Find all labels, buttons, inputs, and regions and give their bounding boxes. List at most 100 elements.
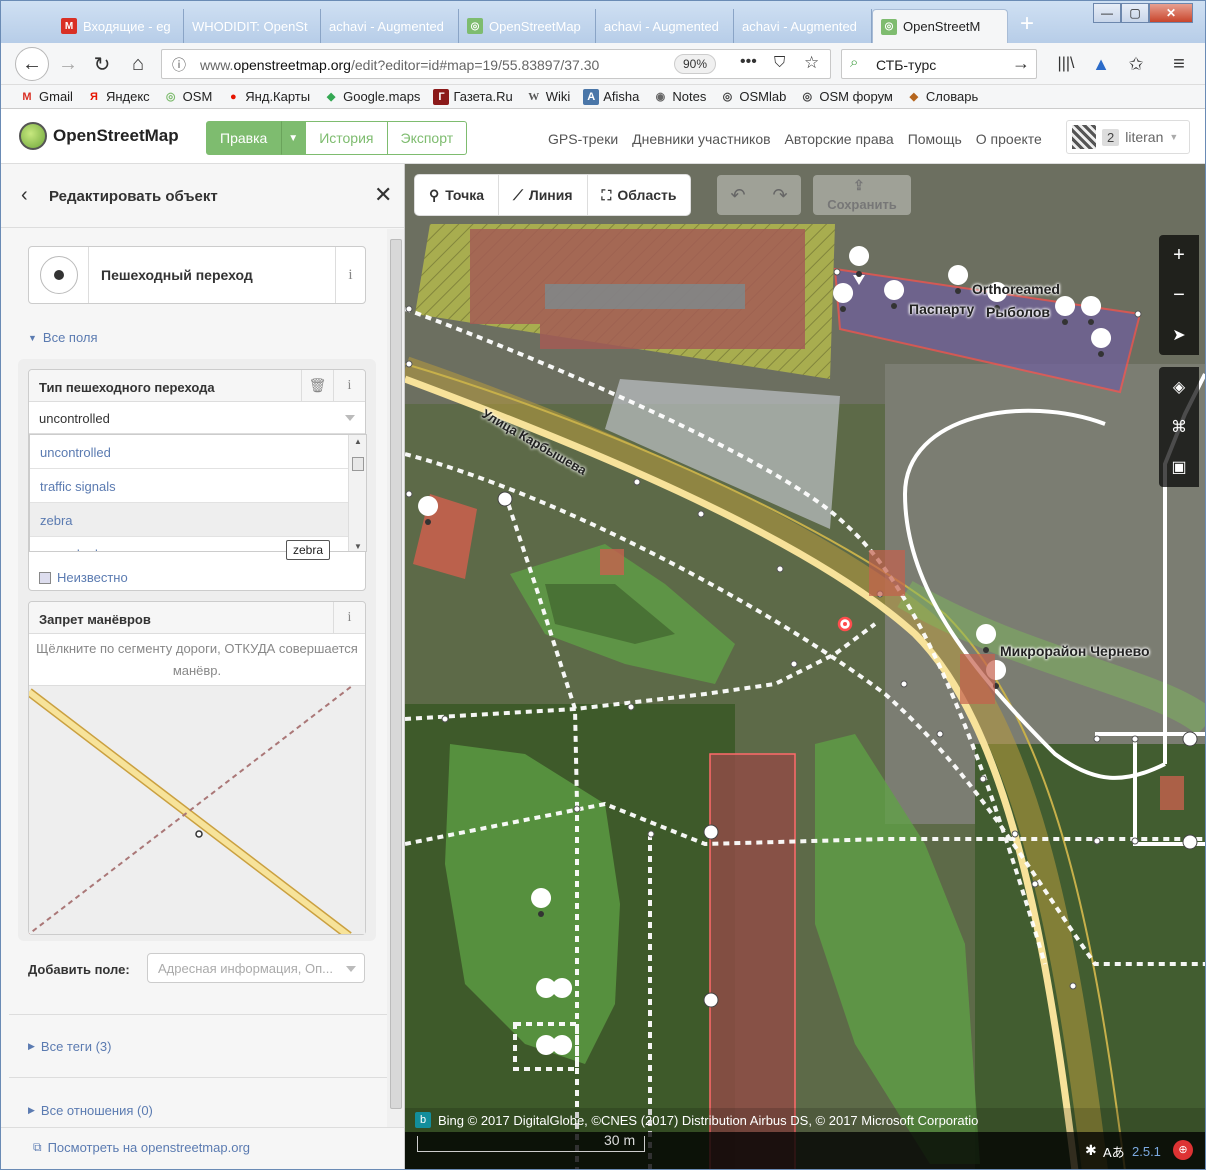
scroll-up-icon[interactable]: ▲	[354, 437, 362, 446]
save-button[interactable]: ⇪ Сохранить	[813, 175, 911, 215]
preset-button[interactable]: Пешеходный переход i	[28, 246, 366, 304]
map-label-pasparti[interactable]: Паспарту	[909, 301, 974, 317]
user-menu[interactable]: 2 literan ▼	[1066, 120, 1190, 154]
link-help[interactable]: Помощь	[908, 131, 962, 147]
restrictions-editor[interactable]	[29, 686, 365, 934]
all-fields-toggle[interactable]: ▼ Все поля	[28, 330, 98, 345]
map-label-orthoreamed[interactable]: Orthoreamed	[972, 281, 1060, 297]
back-button[interactable]: ←	[15, 47, 49, 81]
link-gps-traces[interactable]: GPS-треки	[548, 131, 618, 147]
map-canvas[interactable]	[405, 164, 1206, 1170]
geolocate-icon[interactable]: ➤	[1159, 315, 1199, 355]
bookmark-notes[interactable]: ◉ Notes	[652, 89, 707, 105]
reload-button[interactable]: ↻	[87, 49, 117, 79]
tab-whodidit[interactable]: WHODIDIT: OpenSt	[184, 9, 321, 43]
bookmark-wiki[interactable]: W Wiki	[526, 89, 570, 105]
minimize-button[interactable]: —	[1093, 3, 1121, 23]
zoom-level[interactable]: 90%	[674, 54, 716, 74]
add-line-button[interactable]: ⟋ Линия	[499, 175, 588, 215]
tab-gmail[interactable]: M Входящие - eg	[53, 9, 184, 43]
back-chevron-icon[interactable]: ‹	[21, 184, 28, 207]
tab-osm-active[interactable]: ◎ OpenStreetM	[872, 9, 1008, 43]
bookmark-afisha[interactable]: A Afisha	[583, 88, 639, 105]
map-view[interactable]: Orthoreamed Паспарту Рыболов Улица Карбы…	[405, 164, 1206, 1170]
issues-icon[interactable]: ▣	[1159, 447, 1199, 487]
maximize-button[interactable]: ▢	[1121, 3, 1149, 23]
map-label-rybolov[interactable]: Рыболов	[986, 304, 1050, 320]
view-on-osm-link[interactable]: ⧉ Посмотреть на openstreetmap.org	[33, 1140, 250, 1155]
forward-button[interactable]: →	[53, 49, 83, 79]
translate-icon[interactable]: Aあ	[1103, 1142, 1125, 1161]
trash-icon[interactable]: 🗑	[301, 370, 333, 401]
dropdown-option[interactable]: uncontrolled	[30, 435, 348, 469]
bookmark-osm-forum[interactable]: ◎ OSM форум	[799, 89, 893, 105]
link-about[interactable]: О проекте	[976, 131, 1042, 147]
scroll-thumb[interactable]	[352, 457, 364, 471]
layers-icon[interactable]: ◈	[1159, 367, 1199, 407]
scroll-down-icon[interactable]: ▼	[354, 542, 362, 551]
bookmark-yandex[interactable]: Я Яндекс	[86, 89, 150, 105]
dropdown-option[interactable]: zebra	[30, 503, 348, 537]
info-icon[interactable]: i	[333, 602, 365, 633]
undo-icon[interactable]: ↶	[717, 175, 759, 215]
edit-button[interactable]: Правка	[206, 121, 282, 155]
osm-logo[interactable]: OpenStreetMap	[19, 122, 179, 150]
info-icon[interactable]: i	[335, 247, 365, 303]
dropdown-scrollbar[interactable]: ▲ ▼	[348, 435, 366, 551]
pocket-icon[interactable]: ⛉	[774, 54, 785, 71]
home-button[interactable]: ⌂	[123, 49, 153, 79]
bookmark-osmlab[interactable]: ◎ OSMlab	[719, 89, 787, 105]
url-bar[interactable]: ⓘ www.openstreetmap.org/edit?editor=id#m…	[161, 49, 831, 79]
dropdown-option[interactable]: traffic signals	[30, 469, 348, 503]
extension-icon[interactable]: ▲	[1086, 49, 1116, 79]
extension-star-icon[interactable]: ✩	[1121, 49, 1151, 79]
zoom-out-icon[interactable]: −	[1159, 275, 1199, 315]
map-label-bus-stop[interactable]: Микрорайон Чернево	[1000, 643, 1150, 659]
close-window-button[interactable]: ✕	[1149, 3, 1193, 23]
library-icon[interactable]: |||\	[1051, 49, 1081, 79]
new-tab-button[interactable]: +	[1013, 11, 1041, 39]
search-input[interactable]: СТБ-турс	[876, 57, 936, 73]
version-label[interactable]: 2.5.1	[1132, 1144, 1161, 1159]
all-tags-toggle[interactable]: ▶ Все теги (3)	[28, 1039, 111, 1054]
tab-achavi-2[interactable]: achavi - Augmented	[596, 9, 734, 43]
bookmark-gmail[interactable]: M Gmail	[19, 89, 73, 105]
search-bar[interactable]: ⌕ СТБ-турс →	[841, 49, 1037, 79]
map-data-icon[interactable]: ⌘	[1159, 407, 1199, 447]
bookmark-star-icon[interactable]: ☆	[804, 53, 819, 73]
edit-dropdown-button[interactable]: ▼	[281, 121, 306, 155]
tab-achavi-3[interactable]: achavi - Augmented	[734, 9, 872, 43]
page-actions-icon[interactable]: •••	[740, 53, 757, 71]
link-user-diaries[interactable]: Дневники участников	[632, 131, 770, 147]
scroll-thumb[interactable]	[390, 239, 402, 1109]
header-links: GPS-треки Дневники участников Авторские …	[548, 131, 1042, 147]
scale-bar[interactable]: 30 m	[417, 1132, 645, 1152]
all-relations-toggle[interactable]: ▶ Все отношения (0)	[28, 1103, 153, 1118]
tab-osm-1[interactable]: ◎ OpenStreetMap	[459, 9, 596, 43]
history-button[interactable]: История	[305, 121, 388, 155]
add-point-button[interactable]: ⚲ Точка	[415, 175, 500, 215]
menu-icon[interactable]: ≡	[1164, 49, 1194, 79]
info-icon[interactable]: ⓘ	[172, 55, 186, 75]
bug-icon[interactable]: ✱	[1085, 1142, 1097, 1159]
gift-icon[interactable]: ⊕	[1173, 1140, 1193, 1160]
export-button[interactable]: Экспорт	[387, 121, 468, 155]
close-icon[interactable]: ✕	[374, 182, 392, 208]
add-area-button[interactable]: ⛶ Область	[588, 175, 691, 215]
info-icon[interactable]: i	[333, 370, 365, 401]
link-copyright[interactable]: Авторские права	[785, 131, 894, 147]
search-go-icon[interactable]: →	[1012, 53, 1030, 74]
bookmark-gazeta[interactable]: Г Газета.Ru	[433, 88, 513, 105]
sidebar-scrollbar[interactable]	[387, 229, 404, 1129]
zoom-in-icon[interactable]: +	[1159, 235, 1199, 275]
bookmark-google-maps[interactable]: ◆ Google.maps	[323, 89, 421, 105]
bookmark-yandex-maps[interactable]: ● Янд.Карты	[225, 89, 310, 105]
redo-icon[interactable]: ↷	[759, 175, 801, 215]
external-link-icon: ⧉	[33, 1140, 42, 1154]
bookmark-osm[interactable]: ◎ OSM	[163, 89, 212, 105]
tab-achavi-1[interactable]: achavi - Augmented	[321, 9, 459, 43]
bookmark-dictionary[interactable]: ◆ Словарь	[906, 89, 979, 105]
unknown-checkbox[interactable]: Неизвестно	[39, 570, 128, 585]
add-field-input[interactable]: Адресная информация, Оп...	[147, 953, 365, 983]
crossing-type-combo[interactable]: uncontrolled	[29, 402, 365, 434]
